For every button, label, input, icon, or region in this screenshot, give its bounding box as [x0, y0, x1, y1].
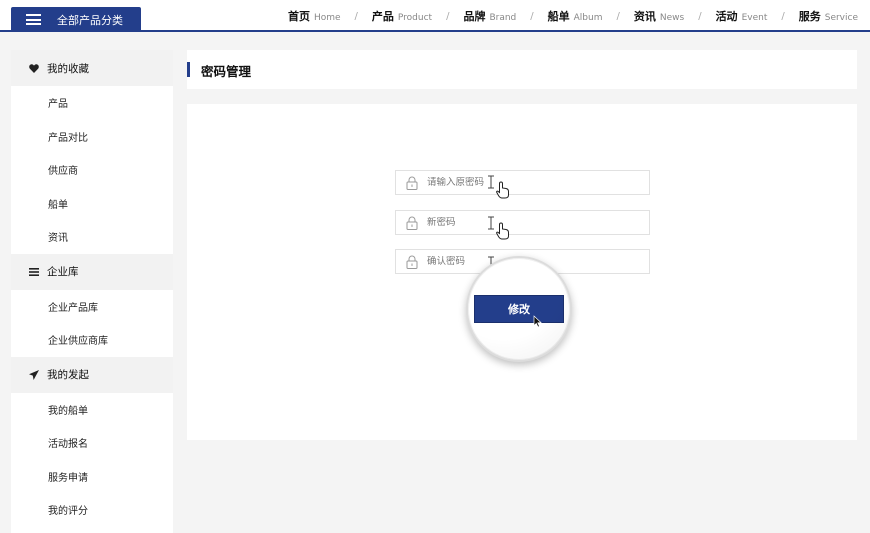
nav-item-event[interactable]: 活动 Event [716, 8, 768, 24]
all-categories-button[interactable]: 全部产品分类 [11, 7, 141, 32]
magnifier-overlay: 修改 [466, 256, 572, 362]
sidebar-item-products[interactable]: 产品 [11, 86, 173, 120]
nav-separator: / [698, 10, 702, 22]
text-cursor-icon [488, 216, 494, 230]
sidebar-section-initiated[interactable]: 我的发起 [11, 356, 173, 393]
title-panel: 密码管理 [187, 50, 857, 89]
lock-icon [406, 216, 418, 230]
hamburger-menu-icon [26, 14, 41, 25]
sidebar-section-favorites[interactable]: 我的收藏 [11, 50, 173, 86]
nav-separator: / [530, 10, 534, 22]
arrow-cursor-icon [533, 315, 542, 328]
nav-item-service[interactable]: 服务 Service [799, 8, 858, 24]
sidebar-item-product-compare[interactable]: 产品对比 [11, 120, 173, 154]
sidebar-section-title: 我的收藏 [47, 62, 89, 75]
sidebar-item-my-ratings[interactable]: 我的评分 [11, 493, 173, 527]
sidebar-item-event-signup[interactable]: 活动报名 [11, 426, 173, 460]
sidebar-item-my-albums[interactable]: 我的船单 [11, 393, 173, 427]
submit-button[interactable]: 修改 [474, 295, 564, 323]
submit-button-label: 修改 [508, 303, 530, 316]
nav-item-news[interactable]: 资讯 News [634, 8, 684, 24]
lock-icon [406, 176, 418, 190]
sidebar: 我的收藏 产品 产品对比 供应商 船单 资讯 企业库 企业产品库 企业供应商库 … [11, 50, 173, 533]
nav-separator: / [354, 10, 358, 22]
nav-item-product[interactable]: 产品 Product [372, 8, 432, 24]
nav-item-album[interactable]: 船单 Album [548, 8, 603, 24]
text-cursor-icon [488, 175, 494, 189]
page-title: 密码管理 [201, 64, 252, 79]
pointer-cursor-icon [496, 181, 509, 199]
old-password-field[interactable] [395, 170, 650, 195]
sidebar-item-service-request[interactable]: 服务申请 [11, 460, 173, 494]
sidebar-section-title: 我的发起 [47, 369, 89, 381]
sidebar-item-enterprise-suppliers[interactable]: 企业供应商库 [11, 323, 173, 357]
password-form-panel: 修改 [187, 104, 857, 440]
nav-separator: / [616, 10, 620, 22]
sidebar-item-suppliers[interactable]: 供应商 [11, 153, 173, 187]
nav-separator: / [446, 10, 450, 22]
all-categories-label: 全部产品分类 [57, 13, 123, 27]
title-accent-bar [187, 62, 190, 77]
lock-icon [406, 255, 418, 269]
sidebar-item-enterprise-products[interactable]: 企业产品库 [11, 290, 173, 324]
nav-item-home[interactable]: 首页 Home [288, 8, 341, 24]
paper-plane-icon [29, 369, 39, 380]
old-password-input[interactable] [427, 177, 627, 188]
top-bar: 全部产品分类 首页 Home / 产品 Product / 品牌 Brand / 船单… [0, 0, 870, 32]
nav-item-brand[interactable]: 品牌 Brand [463, 8, 516, 24]
new-password-field[interactable] [395, 210, 650, 235]
pointer-cursor-icon [496, 222, 509, 240]
nav-separator: / [781, 10, 785, 22]
sidebar-item-albums[interactable]: 船单 [11, 187, 173, 221]
new-password-input[interactable] [427, 217, 627, 228]
sidebar-section-title: 企业库 [47, 266, 79, 278]
list-icon [29, 267, 39, 277]
sidebar-item-news[interactable]: 资讯 [11, 220, 173, 254]
sidebar-section-enterprise[interactable]: 企业库 [11, 253, 173, 290]
heart-icon [29, 63, 39, 73]
main-nav: 首页 Home / 产品 Product / 品牌 Brand / 船单 Album /… [288, 0, 858, 32]
